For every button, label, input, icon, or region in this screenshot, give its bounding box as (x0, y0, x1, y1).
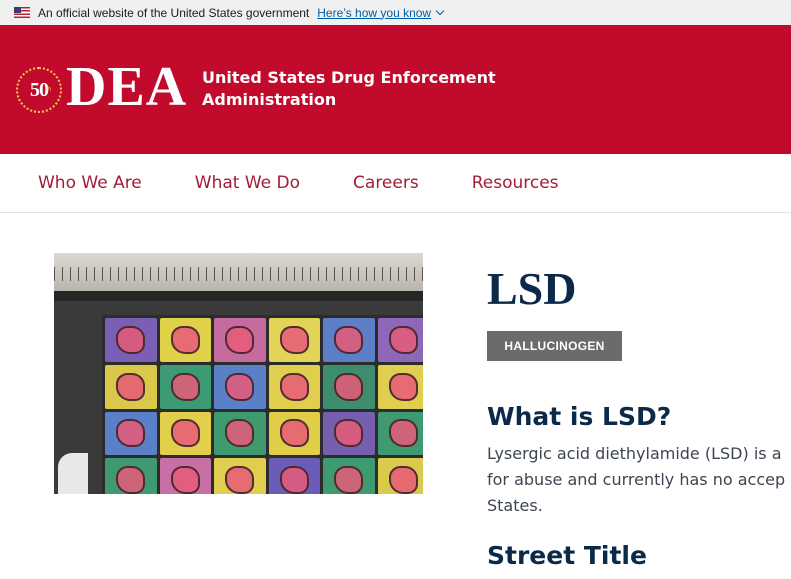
dea-logo[interactable]: DEA (66, 57, 187, 117)
blotter-sheet (102, 315, 423, 494)
heres-how-you-know-link[interactable]: Here’s how you know (317, 5, 445, 20)
site-header: 50 th DEA United States Drug Enforcement… (0, 25, 791, 154)
description-line: States. (487, 496, 543, 515)
description-line: for abuse and currently has no accep (487, 470, 786, 489)
agency-name-line-1: United States Drug Enforcement (202, 68, 496, 87)
what-is-heading: What is LSD? (487, 402, 672, 431)
seal-suffix: th (45, 87, 51, 93)
nav-item-resources[interactable]: Resources (472, 173, 559, 193)
nav-item-careers[interactable]: Careers (353, 173, 419, 193)
what-is-description: Lysergic acid diethylamide (LSD) is a fo… (487, 441, 791, 519)
category-badge[interactable]: HALLUCINOGEN (487, 331, 622, 361)
gov-banner: An official website of the United States… (0, 0, 791, 25)
agency-name[interactable]: United States Drug Enforcement Administr… (202, 67, 496, 111)
agency-name-line-2: Administration (202, 90, 337, 109)
heres-how-you-know-label: Here’s how you know (317, 5, 432, 20)
main-nav: Who We Are What We Do Careers Resources (0, 154, 791, 213)
nav-item-what-we-do[interactable]: What We Do (195, 173, 300, 193)
chevron-down-icon (435, 6, 445, 15)
description-line: Lysergic acid diethylamide (LSD) is a (487, 444, 782, 463)
ruler (54, 253, 423, 291)
us-flag-icon (14, 7, 30, 18)
street-title-heading: Street Title (487, 541, 647, 570)
dea-50th-seal-icon[interactable]: 50 th (16, 67, 62, 113)
lsd-blotter-photo (54, 253, 423, 494)
page-title: LSD (487, 263, 577, 314)
nav-item-who-we-are[interactable]: Who We Are (38, 173, 142, 193)
gov-banner-text: An official website of the United States… (38, 5, 310, 20)
